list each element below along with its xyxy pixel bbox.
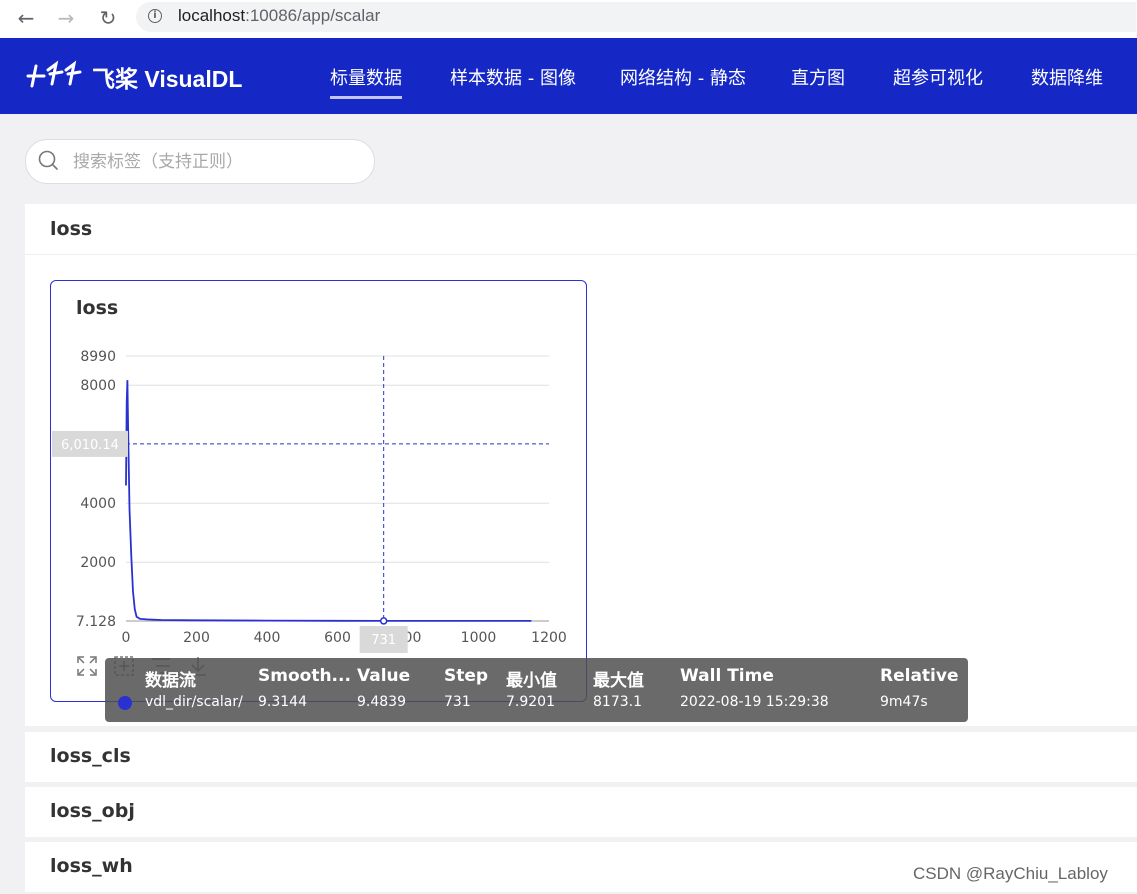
tooltip-header: Value xyxy=(357,666,411,686)
tooltip-value: vdl_dir/scalar/ xyxy=(145,694,243,710)
nav-graph[interactable]: 网络结构 - 静态 xyxy=(620,64,746,90)
tooltip-value: 8173.1 xyxy=(593,694,642,710)
x-tick-label: 400 xyxy=(254,630,281,646)
tag-group-loss: loss loss 7.128 2000 4000 8000 8990 0 200 400 60… xyxy=(25,204,1137,726)
x-tick-label: 1000 xyxy=(461,630,497,646)
x-tick-label: 600 xyxy=(324,630,351,646)
group-title[interactable]: loss_wh xyxy=(50,855,133,877)
search-icon xyxy=(38,150,58,170)
nav-image[interactable]: 样本数据 - 图像 xyxy=(450,64,576,90)
x-tick-label: 0 xyxy=(122,630,131,646)
y-tick-label: 8000 xyxy=(80,378,116,394)
tooltip-header: Smooth... xyxy=(258,666,351,686)
tooltip-header: Step xyxy=(444,666,489,686)
series-line xyxy=(125,380,532,622)
search-input[interactable] xyxy=(71,148,365,176)
tooltip-value: 7.9201 xyxy=(506,694,555,710)
watermark: CSDN @RayChiu_Labloy xyxy=(913,864,1108,883)
hover-point xyxy=(379,617,388,625)
search-box xyxy=(25,139,375,184)
group-title[interactable]: loss xyxy=(50,218,92,240)
series-color-dot xyxy=(118,696,132,710)
forward-arrow-icon[interactable]: → xyxy=(52,4,80,32)
tooltip-value: 9.4839 xyxy=(357,694,406,710)
line-chart[interactable]: 7.12820004000800089900 200 400 600 800 1000 12… xyxy=(51,281,586,701)
x-tick-label: 200 xyxy=(183,630,210,646)
logo-text: 飞桨 VisualDL xyxy=(92,66,243,92)
nav-hyperparameter[interactable]: 超参可视化 xyxy=(893,64,983,90)
group-title[interactable]: loss_obj xyxy=(50,800,135,822)
crosshair-y-label: 6,010.14 xyxy=(61,438,119,453)
reload-icon[interactable]: ↻ xyxy=(94,4,122,32)
nav-histogram[interactable]: 直方图 xyxy=(791,64,845,90)
tooltip-header: Wall Time xyxy=(680,666,774,686)
back-arrow-icon[interactable]: ← xyxy=(12,4,40,32)
tooltip-value: 9.3144 xyxy=(258,694,307,710)
tag-group-loss-obj[interactable]: loss_obj xyxy=(25,787,1137,837)
tooltip-value: 731 xyxy=(444,694,471,710)
tooltip-header: Relative xyxy=(880,666,959,686)
tooltip-value: 9m47s xyxy=(880,694,928,710)
url-path: :10086/app/scalar xyxy=(245,6,381,25)
nav-dimension-reduction[interactable]: 数据降维 xyxy=(1031,64,1103,90)
y-tick-label: 4000 xyxy=(80,496,116,512)
info-icon[interactable]: i xyxy=(148,9,162,23)
browser-toolbar: ← → ↻ i localhost:10086/app/scalar xyxy=(0,0,1137,38)
tooltip-header: 最小值 xyxy=(506,671,557,691)
url-text[interactable]: localhost:10086/app/scalar xyxy=(178,6,380,26)
y-tick-label: 8990 xyxy=(80,349,116,365)
chart-tooltip: 数据流 Smooth... Value Step 最小值 最大值 Wall Ti… xyxy=(105,658,968,722)
chart-card: loss 7.128 2000 4000 8000 8990 0 200 400 600 800 1… xyxy=(50,280,587,702)
url-host: localhost xyxy=(178,6,246,25)
x-tick-label: 1200 xyxy=(531,630,567,646)
nav-scalar[interactable]: 标量数据 xyxy=(330,64,402,99)
fullscreen-icon[interactable] xyxy=(76,655,98,677)
address-bar[interactable]: i localhost:10086/app/scalar xyxy=(136,2,1136,32)
tooltip-header: 数据流 xyxy=(145,671,196,691)
tag-group-loss-cls[interactable]: loss_cls xyxy=(25,732,1137,782)
app-header: 飞桨 VisualDL 标量数据 样本数据 - 图像 网络结构 - 静态 直方图… xyxy=(0,38,1137,114)
group-title[interactable]: loss_cls xyxy=(50,745,131,767)
paddle-logo-icon xyxy=(26,60,82,88)
y-tick-label: 2000 xyxy=(80,555,116,571)
tooltip-header: 最大值 xyxy=(593,671,644,691)
crosshair-x-label: 731 xyxy=(371,633,396,648)
tooltip-value: 2022-08-19 15:29:38 xyxy=(680,694,829,710)
divider xyxy=(25,254,1137,255)
y-tick-label: 7.128 xyxy=(76,614,116,630)
